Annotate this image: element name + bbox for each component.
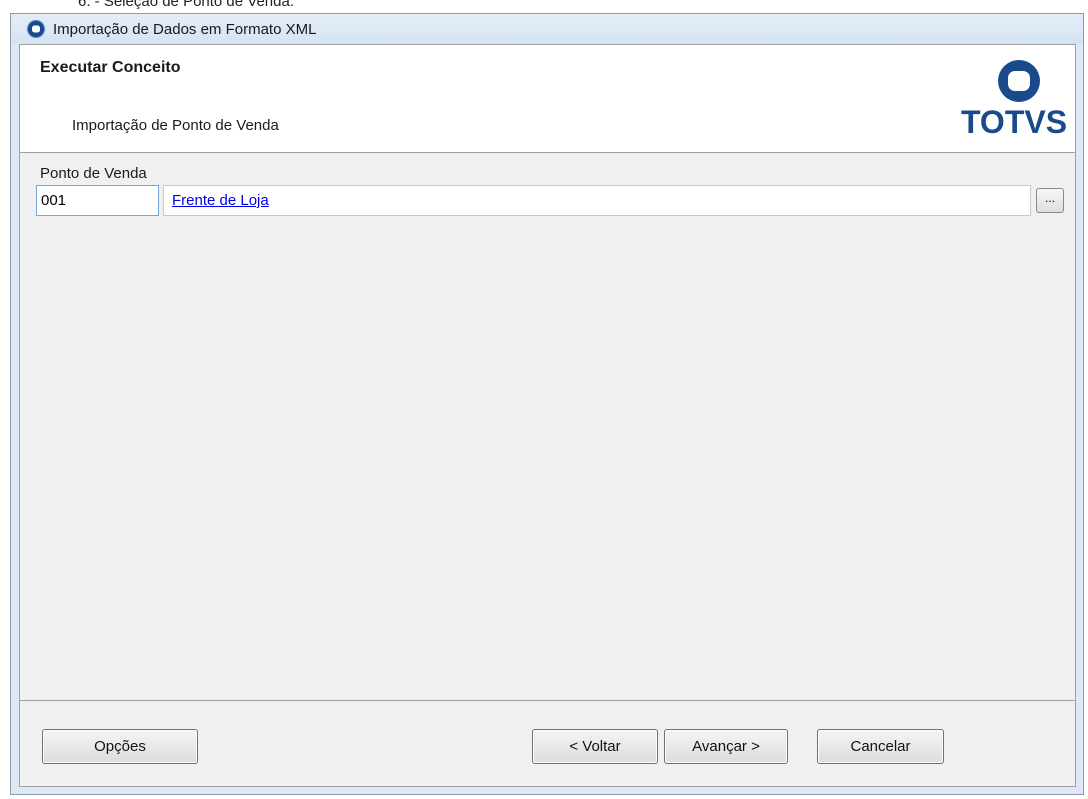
back-button[interactable]: < Voltar <box>532 729 658 764</box>
next-button[interactable]: Avançar > <box>664 729 788 764</box>
totvs-logo: TOTVS <box>957 57 1071 147</box>
document-caption: 6. - Seleção de Ponto de Venda: <box>78 0 294 10</box>
title-bar[interactable]: Importação de Dados em Formato XML <box>11 14 1083 44</box>
wizard-client-area: Executar Conceito Importação de Ponto de… <box>19 44 1076 787</box>
ponto-de-venda-description: Frente de Loja <box>163 185 1031 216</box>
options-button[interactable]: Opções <box>42 729 198 764</box>
ponto-de-venda-code-input[interactable] <box>36 185 159 216</box>
cancel-button[interactable]: Cancelar <box>817 729 944 764</box>
svg-text:TOTVS: TOTVS <box>961 104 1067 140</box>
import-wizard-window: Importação de Dados em Formato XML Execu… <box>10 13 1084 795</box>
lookup-button[interactable]: ... <box>1036 188 1064 213</box>
description-link[interactable]: Frente de Loja <box>172 192 269 209</box>
footer-divider <box>20 700 1075 701</box>
ponto-de-venda-label: Ponto de Venda <box>40 165 147 182</box>
step-title: Executar Conceito <box>40 59 181 76</box>
app-logo-icon <box>27 20 45 38</box>
window-title: Importação de Dados em Formato XML <box>53 20 317 38</box>
step-subtitle: Importação de Ponto de Venda <box>72 117 279 134</box>
wizard-header: Executar Conceito Importação de Ponto de… <box>20 45 1075 153</box>
